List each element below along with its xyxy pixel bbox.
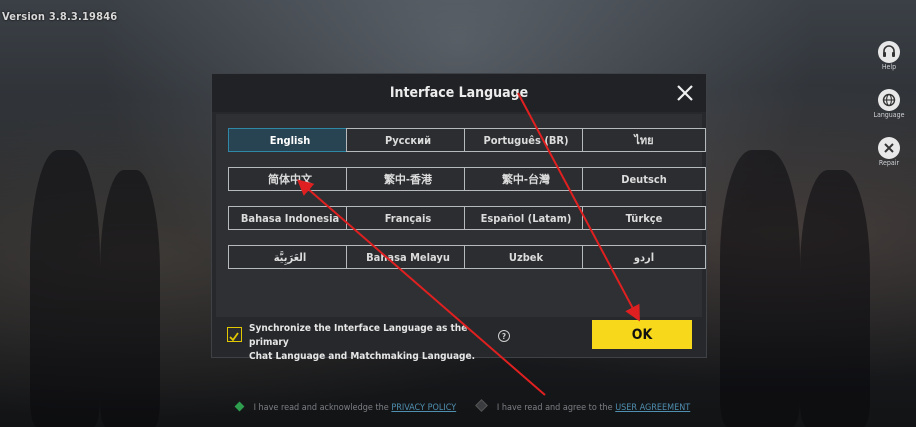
help-info-icon[interactable]: ? — [498, 330, 510, 342]
close-icon — [677, 85, 693, 101]
language-option-portuguese[interactable]: Português (BR) — [464, 128, 588, 152]
sync-label-line2: Chat Language and Matchmaking Language. — [249, 351, 475, 362]
globe-icon — [878, 89, 900, 111]
language-option-german[interactable]: Deutsch — [582, 167, 706, 191]
language-option-traditional-chinese-hk[interactable]: 繁中-香港 — [346, 167, 470, 191]
version-label: Version 3.8.3.19846 — [2, 10, 118, 23]
dialog-title: Interface Language — [389, 85, 529, 101]
language-option-thai[interactable]: ไทย — [582, 128, 706, 152]
character-silhouette — [30, 150, 100, 427]
language-button[interactable]: Language — [872, 89, 906, 119]
repair-label: Repair — [878, 159, 900, 167]
language-option-turkish[interactable]: Türkçe — [582, 206, 706, 230]
repair-button[interactable]: Repair — [872, 137, 906, 167]
headset-icon — [878, 41, 900, 63]
language-option-uzbek[interactable]: Uzbek — [464, 245, 588, 269]
language-option-urdu[interactable]: اردو — [582, 245, 706, 269]
language-option-malay[interactable]: Bahasa Melayu — [346, 245, 470, 269]
sync-label: Synchronize the Interface Language as th… — [249, 322, 509, 364]
language-option-russian[interactable]: Русский — [346, 128, 470, 152]
character-silhouette — [800, 170, 870, 427]
language-option-english[interactable]: English — [228, 128, 352, 152]
language-option-spanish[interactable]: Español (Latam) — [464, 206, 588, 230]
sync-checkbox[interactable] — [227, 327, 242, 342]
help-label: Help — [881, 63, 897, 71]
language-label: Language — [873, 111, 905, 119]
character-silhouette — [720, 150, 800, 427]
language-option-french[interactable]: Français — [346, 206, 470, 230]
legal-footer: I have read and acknowledge the PRIVACY … — [234, 399, 690, 413]
dialog-header: Interface Language — [212, 74, 706, 112]
character-silhouette — [100, 170, 160, 427]
language-option-traditional-chinese-tw[interactable]: 繁中-台灣 — [464, 167, 588, 191]
privacy-text: I have read and acknowledge the — [253, 403, 389, 413]
user-agreement-link[interactable]: USER AGREEMENT — [615, 403, 690, 413]
language-option-simplified-chinese[interactable]: 简体中文 — [228, 167, 352, 191]
ok-button[interactable]: OK — [592, 320, 692, 349]
privacy-check-icon[interactable] — [234, 401, 245, 412]
close-button[interactable] — [674, 82, 696, 104]
language-option-arabic[interactable]: العَرَبِيَّة — [228, 245, 352, 269]
checkmark-icon — [229, 332, 239, 342]
agreement-text: I have read and agree to the — [496, 403, 613, 413]
language-option-indonesian[interactable]: Bahasa Indonesia — [228, 206, 352, 230]
wrench-icon — [878, 137, 900, 159]
help-button[interactable]: Help — [872, 41, 906, 71]
interface-language-dialog: Interface Language English Русский Portu… — [211, 73, 707, 362]
agreement-check-icon[interactable] — [475, 399, 489, 412]
language-grid: English Русский Português (BR) ไทย 简体中文 … — [216, 114, 706, 317]
sync-label-line1: Synchronize the Interface Language as th… — [249, 323, 468, 348]
privacy-policy-link[interactable]: PRIVACY POLICY — [391, 403, 456, 413]
